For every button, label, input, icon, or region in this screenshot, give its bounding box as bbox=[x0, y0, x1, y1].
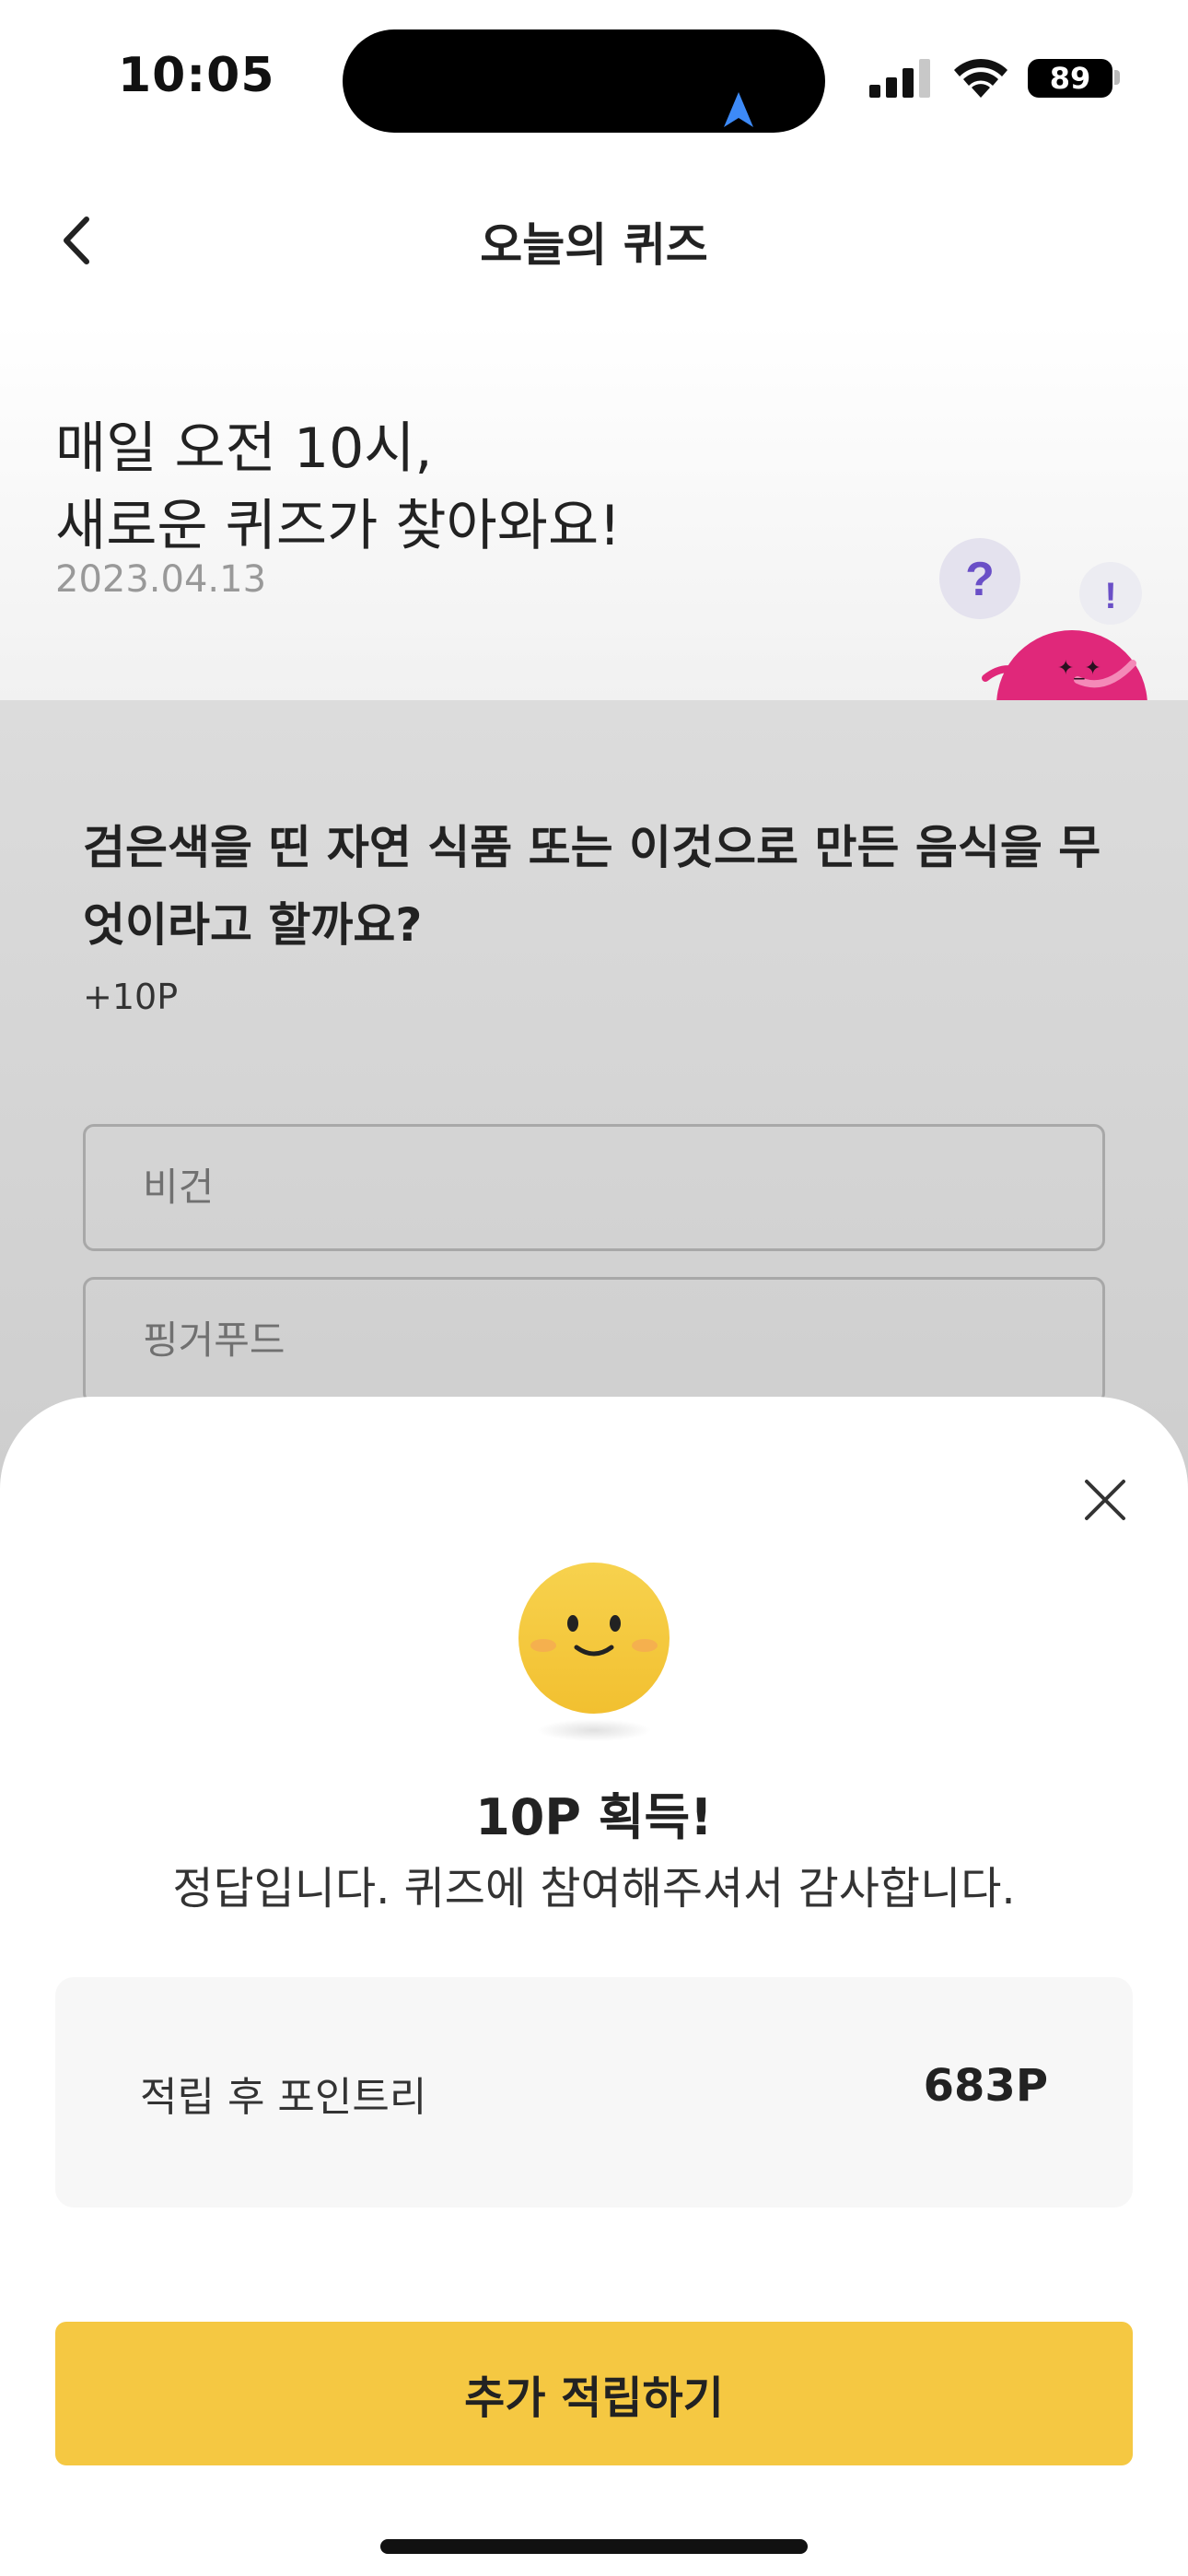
app-header: 오늘의 퀴즈 bbox=[0, 157, 1188, 322]
battery-cap bbox=[1114, 70, 1120, 85]
location-arrow-icon bbox=[724, 92, 753, 127]
wifi-icon bbox=[954, 58, 1007, 98]
balance-value: 683P bbox=[923, 2060, 1048, 2112]
points-earned-title: 10P 획득! bbox=[475, 1788, 713, 1846]
quiz-mascot-illustration: ? ! ✦_✦ bbox=[939, 538, 1147, 700]
smiley-face-icon bbox=[518, 1563, 670, 1741]
hero-headline-line1: 매일 오전 10시, bbox=[55, 416, 433, 481]
battery-icon: 89 bbox=[1028, 59, 1112, 98]
hero-section: 매일 오전 10시, 새로운 퀴즈가 찾아와요! 2023.04.13 ? ! … bbox=[0, 322, 1188, 700]
cellular-signal-icon bbox=[869, 59, 930, 98]
quiz-option-vegan[interactable]: 비건 bbox=[83, 1124, 1105, 1251]
question-bubble-text: ? bbox=[965, 553, 995, 606]
quiz-question: 검은색을 띤 자연 식품 또는 이것으로 만든 음식을 무엇이라고 할까요? bbox=[83, 821, 1101, 952]
close-icon[interactable] bbox=[1077, 1472, 1133, 1528]
quiz-option-finger-food[interactable]: 핑거푸드 bbox=[83, 1277, 1105, 1404]
home-indicator[interactable] bbox=[380, 2539, 808, 2554]
earn-more-button[interactable]: 추가 적립하기 bbox=[55, 2322, 1133, 2465]
page-title: 오늘의 퀴즈 bbox=[480, 218, 708, 272]
quiz-date: 2023.04.13 bbox=[55, 558, 267, 601]
balance-label: 적립 후 포인트리 bbox=[140, 2074, 427, 2121]
status-bar: 10:05 89 bbox=[0, 0, 1188, 157]
hero-headline-line2: 새로운 퀴즈가 찾아와요! bbox=[55, 494, 622, 558]
quiz-reward: +10P bbox=[83, 977, 179, 1017]
points-balance-card: 적립 후 포인트리 683P bbox=[55, 1977, 1133, 2207]
correct-answer-message: 정답입니다. 퀴즈에 참여해주셔서 감사합니다. bbox=[172, 1863, 1016, 1914]
result-bottom-sheet: 10P 획득! 정답입니다. 퀴즈에 참여해주셔서 감사합니다. 적립 후 포인… bbox=[0, 1397, 1188, 2576]
status-time: 10:05 bbox=[118, 48, 275, 103]
exclaim-bubble-text: ! bbox=[1104, 576, 1116, 616]
svg-text:✦_✦: ✦_✦ bbox=[1057, 657, 1101, 680]
dynamic-island bbox=[343, 29, 825, 133]
